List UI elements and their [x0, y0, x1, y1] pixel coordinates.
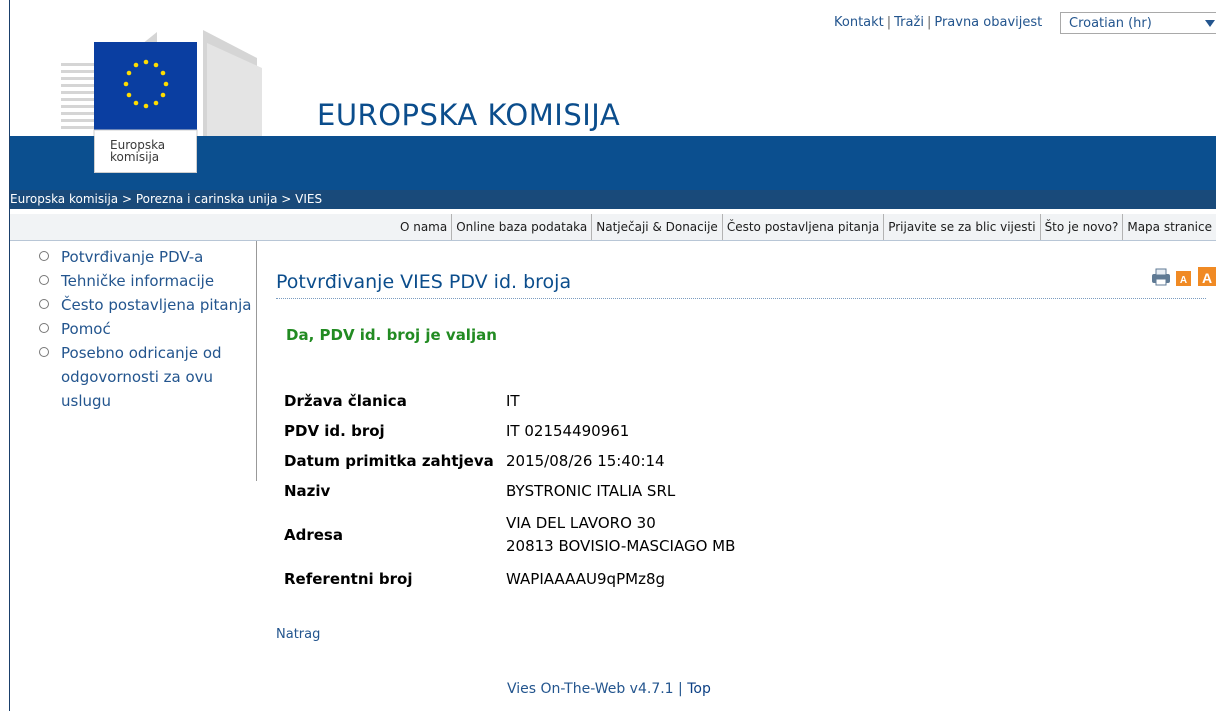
nav-about[interactable]: O nama: [396, 214, 451, 240]
footer-separator: |: [678, 681, 683, 697]
search-link[interactable]: Traži: [894, 15, 924, 30]
reference-label: Referentni broj: [284, 570, 413, 588]
circle-bullet-icon: [39, 323, 49, 333]
language-select-value: Croatian (hr): [1069, 16, 1152, 31]
validation-status: Da, PDV id. broj je valjan: [286, 326, 497, 344]
language-select[interactable]: Croatian (hr): [1060, 12, 1216, 34]
font-decrease-icon[interactable]: A: [1176, 271, 1191, 286]
table-row: Država članica IT: [280, 386, 739, 416]
name-value: BYSTRONIC ITALIA SRL: [506, 482, 676, 500]
address-line2: 20813 BOVISIO-MASCIAGO MB: [506, 537, 736, 555]
page-tools: A A: [1152, 267, 1216, 286]
nav-grants[interactable]: Natječaji & Donacije: [591, 214, 722, 240]
separator: |: [886, 15, 892, 30]
heading-divider: [276, 298, 1206, 299]
address-value: VIA DEL LAVORO 30 20813 BOVISIO-MASCIAGO…: [502, 506, 739, 564]
table-row: PDV id. broj IT 02154490961: [280, 416, 739, 446]
svg-text:A: A: [1180, 275, 1187, 286]
back-link[interactable]: Natrag: [276, 627, 320, 642]
request-date-label: Datum primitka zahtjeva: [284, 452, 494, 470]
circle-bullet-icon: [39, 347, 49, 357]
page-title: Potvrđivanje VIES PDV id. broja: [276, 271, 572, 293]
sidebar-item-faq[interactable]: Često postavljena pitanja: [37, 293, 255, 317]
chevron-down-icon: [1205, 20, 1215, 27]
top-link[interactable]: Top: [687, 681, 711, 697]
site-title: EUROPSKA KOMISIJA: [317, 98, 621, 132]
footer: Vies On-The-Web v4.7.1 | Top: [507, 681, 711, 697]
address-line1: VIA DEL LAVORO 30: [506, 514, 656, 532]
name-label: Naziv: [284, 482, 331, 500]
vat-number-label: PDV id. broj: [284, 422, 385, 440]
page-left-border: [9, 0, 10, 711]
sidebar-item-vat-validation[interactable]: Potvrđivanje PDV-a: [37, 245, 255, 269]
legal-notice-link[interactable]: Pravna obavijest: [934, 15, 1042, 30]
separator: |: [926, 15, 932, 30]
circle-bullet-icon: [39, 275, 49, 285]
member-state-label: Država članica: [284, 392, 407, 410]
nav-online-database[interactable]: Online baza podataka: [451, 214, 591, 240]
nav-sitemap[interactable]: Mapa stranice: [1122, 214, 1216, 240]
top-navigation: O nama Online baza podataka Natječaji & Do…: [10, 214, 1216, 241]
sidebar-divider: [256, 241, 257, 481]
vat-number-value: IT 02154490961: [506, 422, 630, 440]
reference-value: WAPIAAAAU9qPMz8g: [506, 570, 666, 588]
nav-whats-new[interactable]: Što je novo?: [1039, 214, 1123, 240]
vat-result-table: Država članica IT PDV id. broj IT 021544…: [280, 386, 739, 594]
contact-link[interactable]: Kontakt: [834, 15, 884, 30]
request-date-value: 2015/08/26 15:40:14: [506, 452, 665, 470]
sidebar-item-disclaimer[interactable]: Posebno odricanje od odgovornosti za ovu…: [37, 341, 255, 413]
sidebar-item-help[interactable]: Pomoć: [37, 317, 255, 341]
logo-caption-overlay: Europska komisija: [110, 139, 165, 163]
print-icon[interactable]: [1152, 268, 1170, 286]
utility-links: Kontakt | Traži | Pravna obavijest: [834, 15, 1042, 30]
table-row: Adresa VIA DEL LAVORO 30 20813 BOVISIO-M…: [280, 506, 739, 564]
svg-text:A: A: [1202, 270, 1212, 286]
circle-bullet-icon: [39, 299, 49, 309]
address-label: Adresa: [284, 526, 343, 544]
sidebar-item-technical-info[interactable]: Tehničke informacije: [37, 269, 255, 293]
logo-caption-line2: komisija: [110, 150, 160, 164]
member-state-value: IT: [506, 392, 520, 410]
table-row: Referentni broj WAPIAAAAU9qPMz8g: [280, 564, 739, 594]
table-row: Datum primitka zahtjeva 2015/08/26 15:40…: [280, 446, 739, 476]
circle-bullet-icon: [39, 251, 49, 261]
sidebar: Potvrđivanje PDV-a Tehničke informacije …: [37, 245, 255, 413]
nav-newsletter[interactable]: Prijavite se za blic vijesti: [883, 214, 1039, 240]
breadcrumb: Europska komisija > Porezna i carinska u…: [10, 190, 1216, 209]
font-increase-icon[interactable]: A: [1198, 267, 1216, 286]
breadcrumb-text[interactable]: Europska komisija > Porezna i carinska u…: [10, 192, 322, 206]
version-text: Vies On-The-Web v4.7.1: [507, 681, 674, 697]
nav-faq[interactable]: Često postavljena pitanja: [721, 214, 883, 240]
table-row: Naziv BYSTRONIC ITALIA SRL: [280, 476, 739, 506]
